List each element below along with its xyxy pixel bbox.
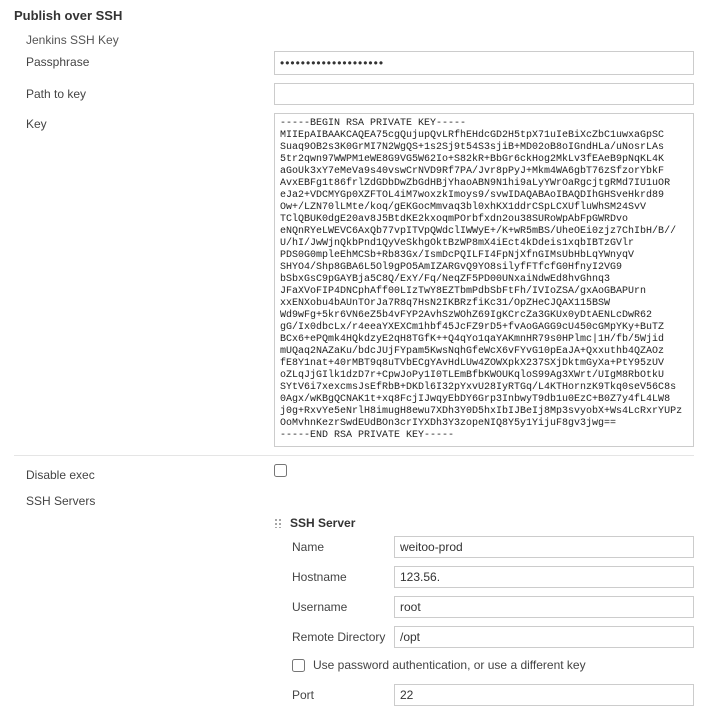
- server-port-input[interactable]: [394, 684, 694, 706]
- ssh-server-block-title: SSH Server: [290, 516, 355, 530]
- drag-handle-icon[interactable]: [274, 518, 284, 528]
- server-hostname-input[interactable]: [394, 566, 694, 588]
- path-to-key-label: Path to key: [14, 83, 274, 101]
- section-title: Publish over SSH: [14, 8, 694, 23]
- server-port-label: Port: [274, 688, 394, 702]
- server-username-input[interactable]: [394, 596, 694, 618]
- disable-exec-checkbox[interactable]: [274, 464, 287, 477]
- passphrase-label: Passphrase: [14, 51, 274, 69]
- ssh-servers-label: SSH Servers: [14, 490, 274, 508]
- divider: [14, 455, 694, 456]
- disable-exec-label: Disable exec: [14, 464, 274, 482]
- server-hostname-label: Hostname: [274, 570, 394, 584]
- passphrase-input[interactable]: ••••••••••••••••••••: [274, 51, 694, 75]
- jenkins-ssh-key-label: Jenkins SSH Key: [14, 29, 694, 51]
- server-remote-dir-input[interactable]: [394, 626, 694, 648]
- use-password-checkbox[interactable]: [292, 659, 305, 672]
- server-name-label: Name: [274, 540, 394, 554]
- server-remote-dir-label: Remote Directory: [274, 630, 394, 644]
- server-username-label: Username: [274, 600, 394, 614]
- use-password-label: Use password authentication, or use a di…: [313, 658, 586, 672]
- path-to-key-input[interactable]: [274, 83, 694, 105]
- key-label: Key: [14, 113, 274, 131]
- key-textarea[interactable]: -----BEGIN RSA PRIVATE KEY----- MIIEpAIB…: [274, 113, 694, 447]
- server-name-input[interactable]: [394, 536, 694, 558]
